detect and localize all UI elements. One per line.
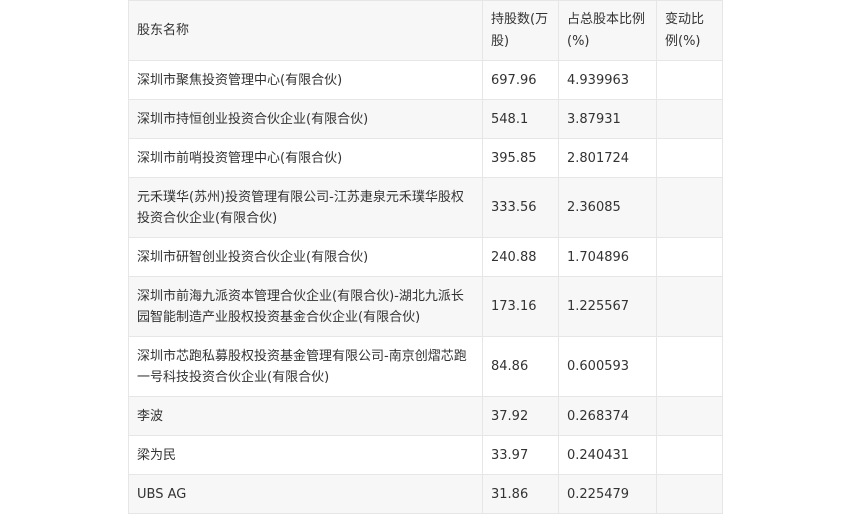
cell-change: [656, 474, 723, 514]
cell-shares: 33.97: [482, 435, 559, 475]
cell-shares: 333.56: [482, 177, 559, 238]
cell-percentage: 0.225479: [558, 474, 657, 514]
cell-percentage: 1.704896: [558, 237, 657, 277]
table-row: UBS AG 31.86 0.225479: [128, 474, 723, 514]
cell-shareholder-name: 深圳市聚焦投资管理中心(有限合伙): [128, 60, 483, 100]
table-row: 梁为民 33.97 0.240431: [128, 435, 723, 475]
cell-shareholder-name: 梁为民: [128, 435, 483, 475]
cell-shareholder-name: UBS AG: [128, 474, 483, 514]
cell-change: [656, 237, 723, 277]
header-percentage: 占总股本比例(%): [558, 0, 657, 61]
cell-percentage: 0.240431: [558, 435, 657, 475]
cell-shares: 395.85: [482, 138, 559, 178]
cell-shares: 697.96: [482, 60, 559, 100]
table-row: 深圳市前哨投资管理中心(有限合伙) 395.85 2.801724: [128, 138, 723, 178]
cell-percentage: 0.600593: [558, 336, 657, 397]
table-row: 深圳市芯跑私募股权投资基金管理有限公司-南京创熠芯跑一号科技投资合伙企业(有限合…: [128, 336, 723, 397]
cell-shares: 548.1: [482, 99, 559, 139]
cell-shareholder-name: 深圳市持恒创业投资合伙企业(有限合伙): [128, 99, 483, 139]
cell-percentage: 3.87931: [558, 99, 657, 139]
table-row: 李波 37.92 0.268374: [128, 396, 723, 436]
cell-change: [656, 396, 723, 436]
cell-percentage: 0.268374: [558, 396, 657, 436]
cell-shares: 240.88: [482, 237, 559, 277]
cell-shares: 37.92: [482, 396, 559, 436]
header-change: 变动比例(%): [656, 0, 723, 61]
cell-shareholder-name: 深圳市前哨投资管理中心(有限合伙): [128, 138, 483, 178]
cell-percentage: 4.939963: [558, 60, 657, 100]
cell-percentage: 2.36085: [558, 177, 657, 238]
shareholder-table-container: 股东名称 持股数(万股) 占总股本比例(%) 变动比例(%) 深圳市聚焦投资管理…: [128, 0, 723, 514]
table-header-row: 股东名称 持股数(万股) 占总股本比例(%) 变动比例(%): [128, 0, 723, 61]
cell-shareholder-name: 深圳市研智创业投资合伙企业(有限合伙): [128, 237, 483, 277]
cell-shares: 31.86: [482, 474, 559, 514]
cell-shares: 173.16: [482, 276, 559, 337]
cell-shareholder-name: 深圳市前海九派资本管理合伙企业(有限合伙)-湖北九派长园智能制造产业股权投资基金…: [128, 276, 483, 337]
cell-percentage: 2.801724: [558, 138, 657, 178]
cell-shareholder-name: 元禾璞华(苏州)投资管理有限公司-江苏疌泉元禾璞华股权投资合伙企业(有限合伙): [128, 177, 483, 238]
header-shareholder-name: 股东名称: [128, 0, 483, 61]
table-row: 元禾璞华(苏州)投资管理有限公司-江苏疌泉元禾璞华股权投资合伙企业(有限合伙) …: [128, 177, 723, 238]
cell-shareholder-name: 李波: [128, 396, 483, 436]
cell-shareholder-name: 深圳市芯跑私募股权投资基金管理有限公司-南京创熠芯跑一号科技投资合伙企业(有限合…: [128, 336, 483, 397]
cell-change: [656, 60, 723, 100]
cell-change: [656, 138, 723, 178]
table-row: 深圳市前海九派资本管理合伙企业(有限合伙)-湖北九派长园智能制造产业股权投资基金…: [128, 276, 723, 337]
cell-shares: 84.86: [482, 336, 559, 397]
cell-change: [656, 336, 723, 397]
cell-change: [656, 99, 723, 139]
table-row: 深圳市研智创业投资合伙企业(有限合伙) 240.88 1.704896: [128, 237, 723, 277]
header-shares: 持股数(万股): [482, 0, 559, 61]
table-row: 深圳市聚焦投资管理中心(有限合伙) 697.96 4.939963: [128, 60, 723, 100]
table-row: 深圳市持恒创业投资合伙企业(有限合伙) 548.1 3.87931: [128, 99, 723, 139]
cell-percentage: 1.225567: [558, 276, 657, 337]
shareholder-table: 股东名称 持股数(万股) 占总股本比例(%) 变动比例(%) 深圳市聚焦投资管理…: [128, 0, 723, 514]
cell-change: [656, 177, 723, 238]
cell-change: [656, 435, 723, 475]
cell-change: [656, 276, 723, 337]
